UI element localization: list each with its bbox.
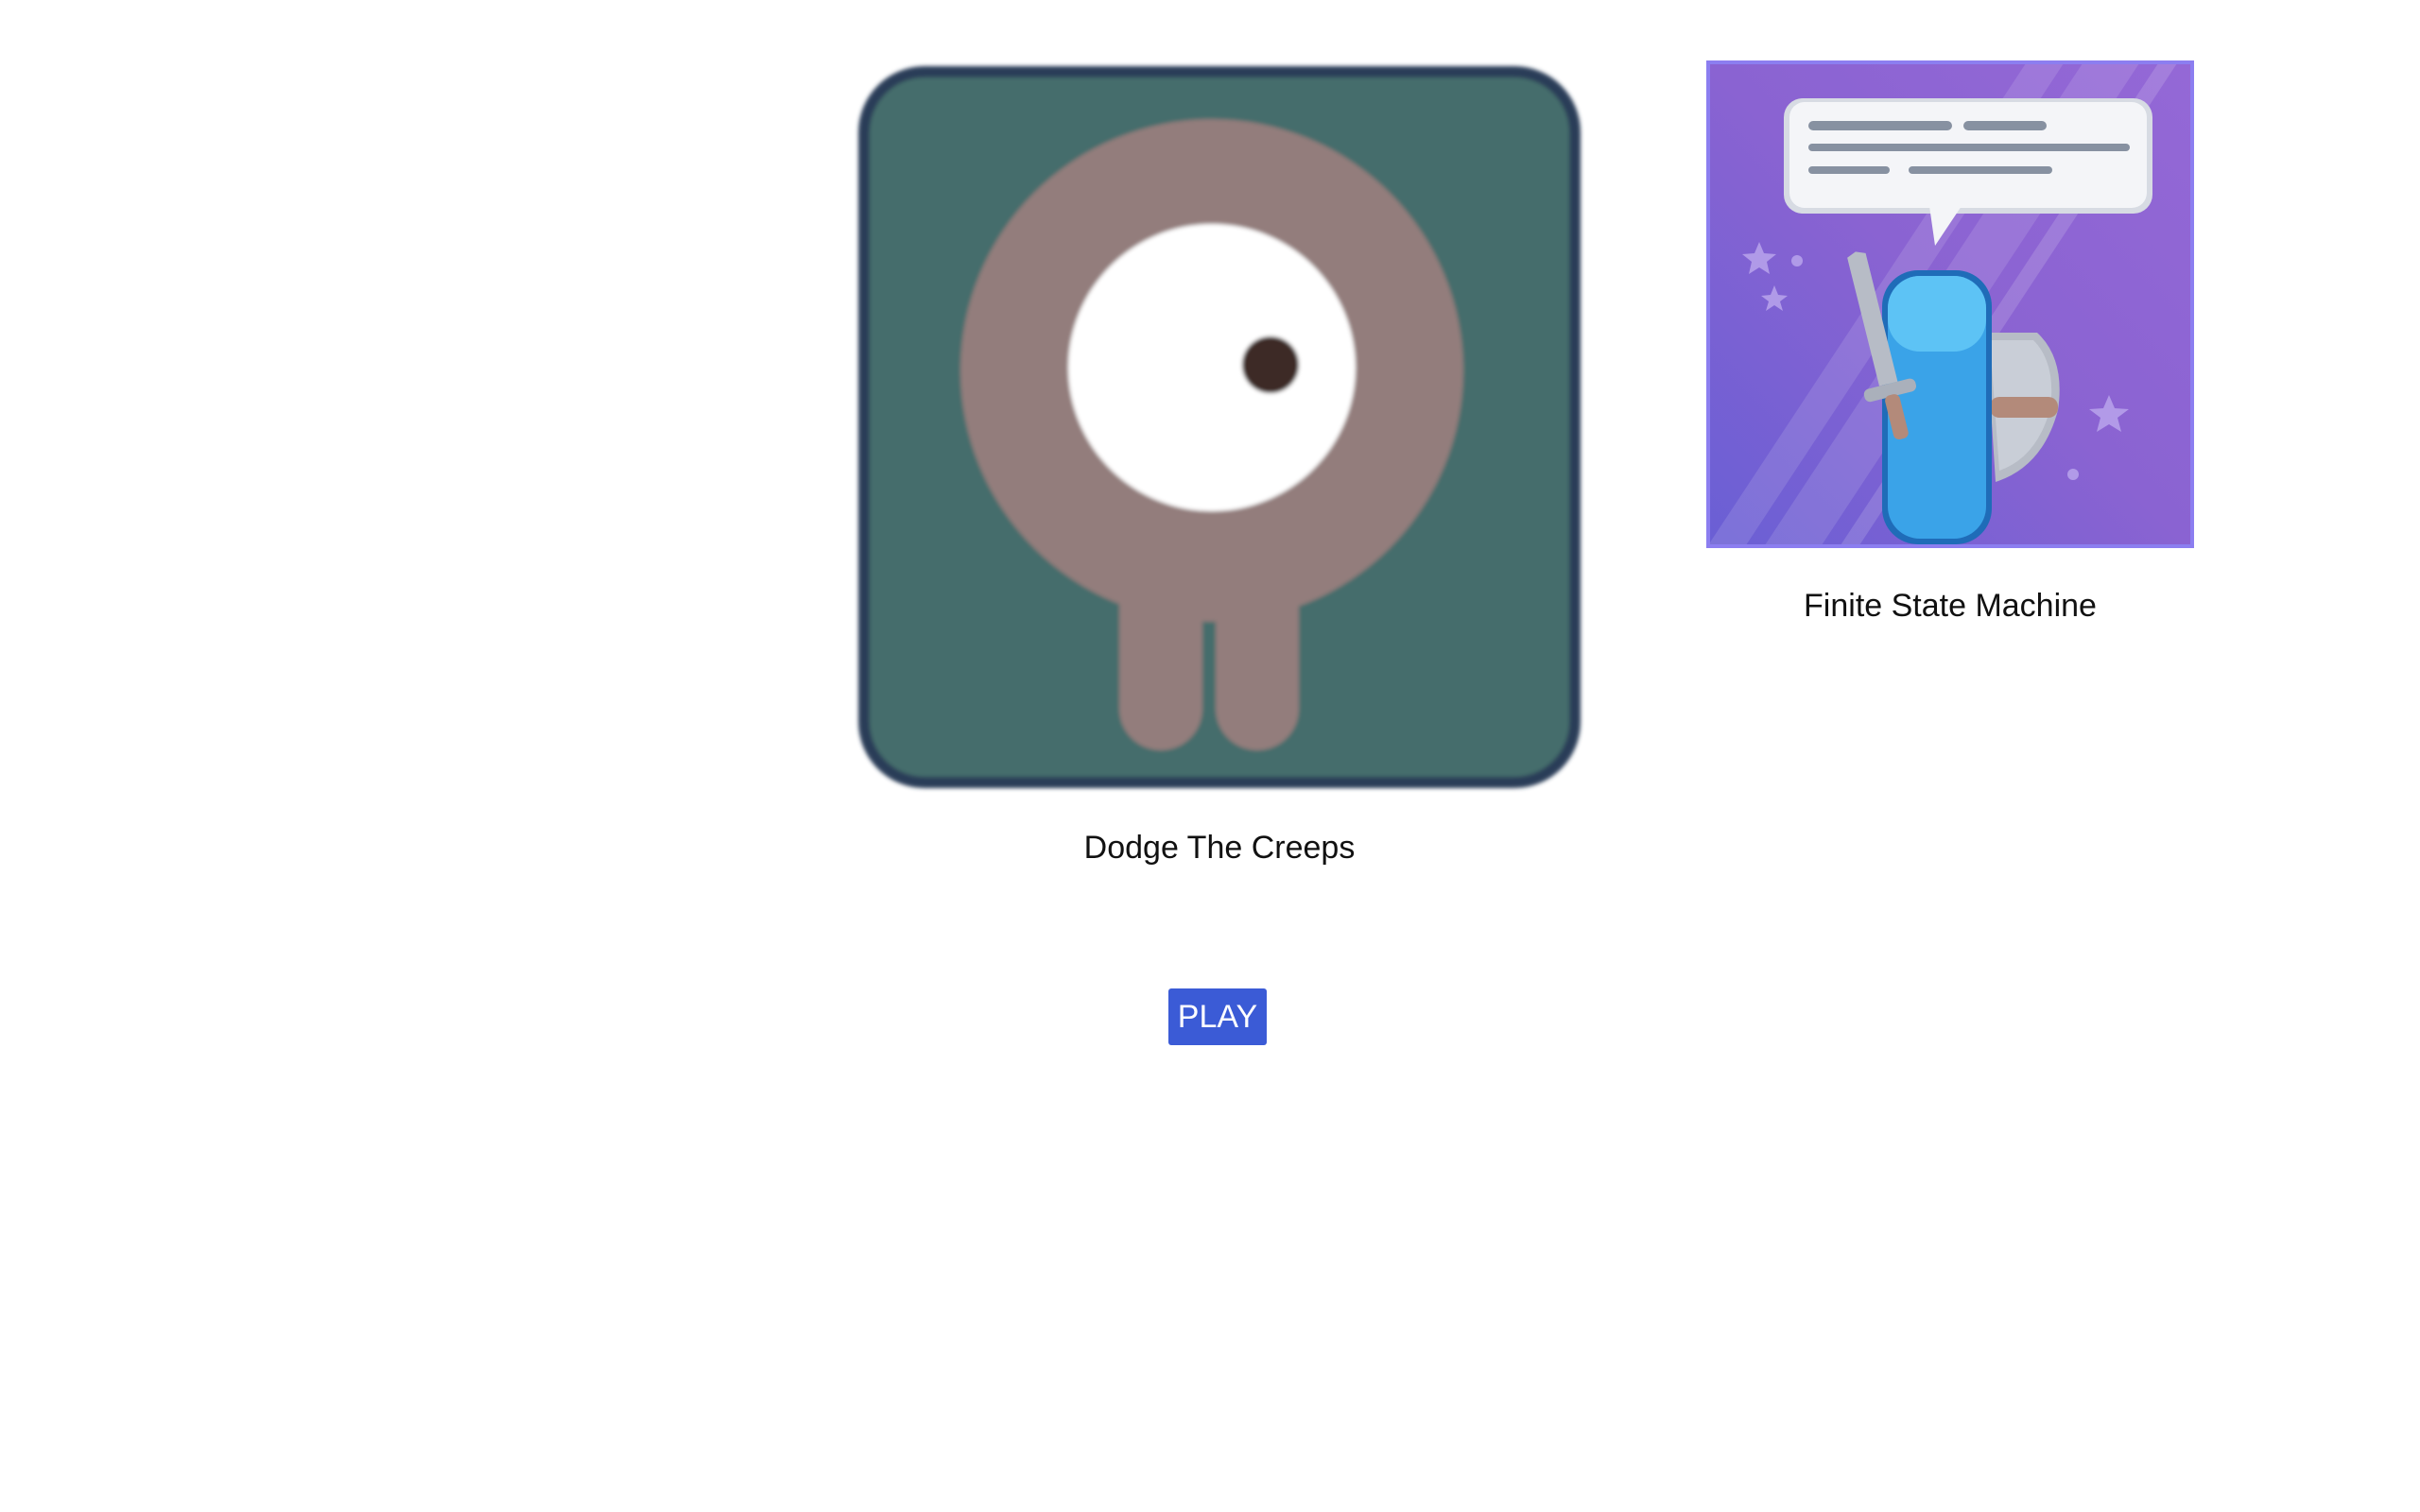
game-title-finite-state-machine: Finite State Machine <box>1804 588 2097 624</box>
knight-speech-icon[interactable] <box>1706 60 2194 548</box>
game-card-dodge-the-creeps[interactable]: Dodge The Creeps <box>853 60 1586 867</box>
creep-icon[interactable] <box>853 60 1586 794</box>
game-title-dodge-the-creeps: Dodge The Creeps <box>1083 830 1356 866</box>
game-card-finite-state-machine[interactable]: Finite State Machine <box>1706 60 2194 625</box>
play-button[interactable]: PLAY <box>1168 988 1267 1045</box>
game-launcher: Dodge The Creeps Finite State Machine PL… <box>0 0 2420 1512</box>
